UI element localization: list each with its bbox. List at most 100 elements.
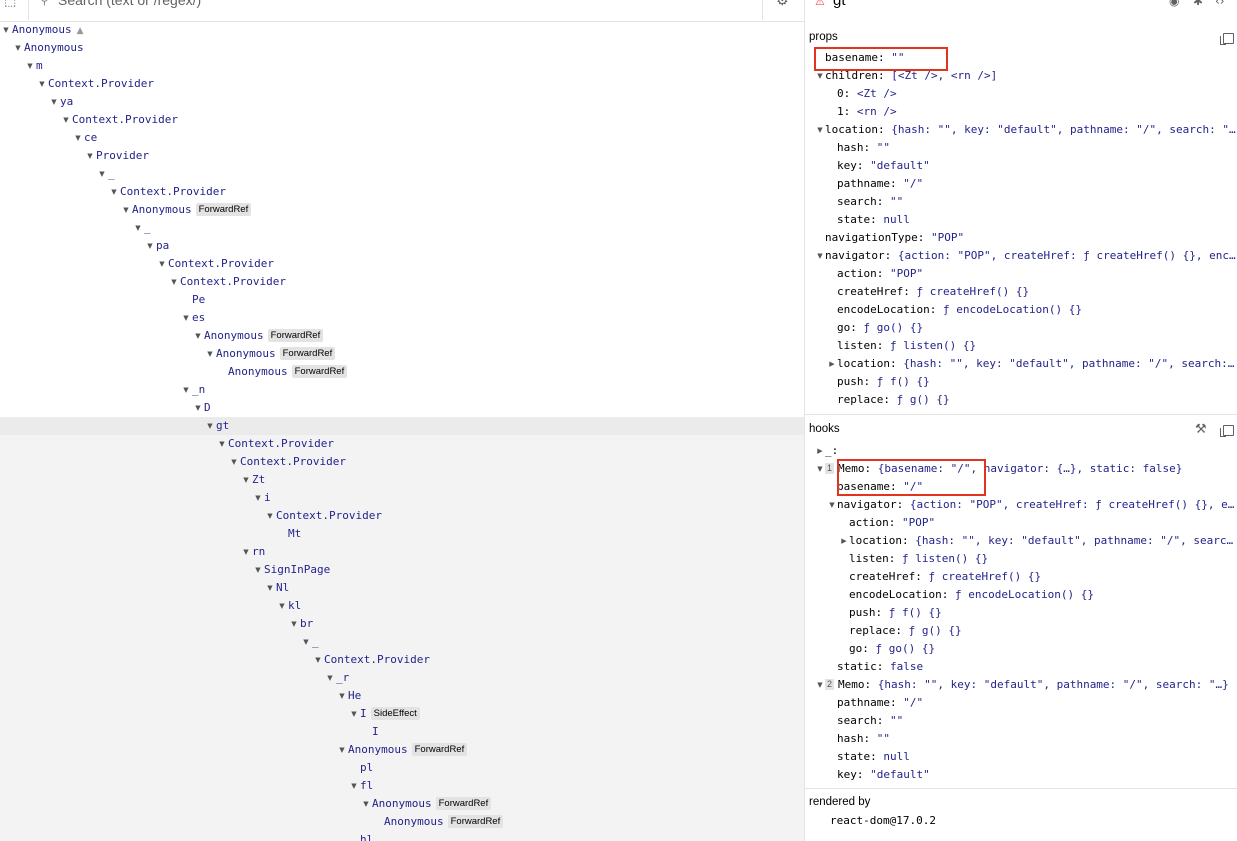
tree-row[interactable]: ▼ Anonymous (0, 39, 804, 57)
prop-value[interactable]: "/" (903, 696, 923, 709)
prop-value[interactable]: {hash: "", key: "default", pathname: "/"… (891, 123, 1235, 136)
prop-value[interactable]: null (883, 750, 910, 763)
eye-icon[interactable]: ◉ (1169, 0, 1179, 8)
expand-arrow-icon[interactable]: ▼ (108, 183, 120, 201)
prop-value[interactable]: "POP" (890, 267, 923, 280)
prop-row[interactable]: ▼ navigator: {action: "POP", createHref: … (815, 247, 1236, 265)
prop-value[interactable]: {hash: "", key: "default", pathname: "/"… (915, 534, 1233, 547)
prop-value[interactable]: "" (877, 732, 890, 745)
prop-value[interactable]: ƒ go() {} (864, 321, 924, 334)
prop-value[interactable]: "" (891, 51, 904, 64)
expand-arrow-icon[interactable]: ▼ (204, 417, 216, 435)
tree-row[interactable]: ▼ Anonymous ▲ (0, 21, 804, 39)
expand-arrow-icon[interactable]: ▼ (252, 561, 264, 579)
tree-row[interactable]: ▼ Context.Provider (0, 183, 804, 201)
collapse-arrow-icon[interactable]: ▼ (815, 460, 825, 478)
expand-arrow-icon[interactable]: ▼ (180, 381, 192, 399)
collapse-arrow-icon[interactable]: ▼ (815, 67, 825, 85)
tree-row[interactable]: ▼ kl (0, 597, 804, 615)
tree-row[interactable]: ▼ D (0, 399, 804, 417)
expand-arrow-icon[interactable]: ▼ (84, 147, 96, 165)
expand-arrow-icon[interactable]: ▼ (336, 687, 348, 705)
prop-value[interactable]: {hash: "", key: "default", pathname: "/"… (878, 678, 1229, 691)
tree-row[interactable]: ▼ m (0, 57, 804, 75)
prop-value[interactable]: ƒ createHref() {} (928, 570, 1041, 583)
prop-row[interactable]: ▼ navigator: {action: "POP", createHref: … (827, 496, 1234, 514)
tree-row[interactable]: ▼ _r (0, 669, 804, 687)
expand-arrow-icon[interactable]: ▼ (192, 399, 204, 417)
prop-value[interactable]: ƒ f() {} (889, 606, 942, 619)
tree-row[interactable]: ▼ fl (0, 777, 804, 795)
prop-row[interactable]: ▶ location: {hash: "", key: "default", pa… (839, 532, 1233, 550)
prop-value[interactable]: "POP" (902, 516, 935, 529)
expand-arrow-icon[interactable]: ▼ (120, 201, 132, 219)
collapse-arrow-icon[interactable]: ▼ (827, 496, 837, 514)
tree-row[interactable]: ▼ Context.Provider (0, 453, 804, 471)
expand-arrow-icon[interactable]: ▼ (192, 327, 204, 345)
prop-value[interactable]: {hash: "", key: "default", pathname: "/"… (903, 357, 1234, 370)
expand-arrow-icon[interactable]: ▼ (0, 21, 12, 39)
prop-value[interactable]: ƒ listen() {} (890, 339, 976, 352)
expand-arrow-icon[interactable]: ▼ (240, 471, 252, 489)
collapse-arrow-icon[interactable]: ▼ (815, 247, 825, 265)
prop-value[interactable]: ƒ encodeLocation() {} (943, 303, 1082, 316)
tree-row[interactable]: ▼ Zt (0, 471, 804, 489)
expand-arrow-icon[interactable]: ▼ (336, 741, 348, 759)
tree-row[interactable]: Anonymous ForwardRef (0, 363, 804, 381)
tree-row[interactable]: ▼ ya (0, 93, 804, 111)
prop-value[interactable]: {action: "POP", createHref: ƒ createHref… (898, 249, 1236, 262)
prop-value[interactable]: {basename: "/", navigator: {…}, static: … (878, 462, 1183, 475)
tree-row[interactable]: Anonymous ForwardRef (0, 813, 804, 831)
expand-arrow-icon[interactable]: ▼ (36, 75, 48, 93)
expand-arrow-icon[interactable]: ▶ (815, 442, 825, 460)
expand-arrow-icon[interactable]: ▼ (252, 489, 264, 507)
prop-value[interactable]: <rn /> (857, 105, 897, 118)
tree-row[interactable]: ▼ _ (0, 633, 804, 651)
copy-icon[interactable] (1220, 425, 1234, 437)
tree-row[interactable]: ▼ _ (0, 165, 804, 183)
prop-row[interactable]: ▶ _: (815, 442, 838, 460)
tree-row[interactable]: Mt (0, 525, 804, 543)
expand-arrow-icon[interactable]: ▼ (132, 219, 144, 237)
tree-row[interactable]: ▼ Nl (0, 579, 804, 597)
prop-value[interactable]: "POP" (931, 231, 964, 244)
expand-arrow-icon[interactable]: ▼ (48, 93, 60, 111)
tree-row[interactable]: hl (0, 831, 804, 841)
tree-row[interactable]: ▼ es (0, 309, 804, 327)
prop-value[interactable]: ƒ g() {} (909, 624, 962, 637)
expand-arrow-icon[interactable]: ▼ (312, 651, 324, 669)
expand-arrow-icon[interactable]: ▶ (839, 532, 849, 550)
expand-arrow-icon[interactable]: ▼ (72, 129, 84, 147)
expand-arrow-icon[interactable]: ▼ (288, 615, 300, 633)
tree-row[interactable]: I (0, 723, 804, 741)
tree-row[interactable]: ▼ br (0, 615, 804, 633)
tree-row[interactable]: pl (0, 759, 804, 777)
prop-value[interactable]: "" (890, 195, 903, 208)
expand-arrow-icon[interactable]: ▼ (240, 543, 252, 561)
tree-row[interactable]: ▼ rn (0, 543, 804, 561)
expand-arrow-icon[interactable]: ▼ (324, 669, 336, 687)
prop-row[interactable]: ▼ location: {hash: "", key: "default", pa… (815, 121, 1235, 139)
tree-row[interactable]: ▼ ce (0, 129, 804, 147)
expand-arrow-icon[interactable]: ▼ (264, 507, 276, 525)
tree-row[interactable]: ▼ I SideEffect (0, 705, 804, 723)
prop-value[interactable]: ƒ encodeLocation() {} (955, 588, 1094, 601)
prop-value[interactable]: "" (877, 141, 890, 154)
tree-row[interactable]: ▼ Provider (0, 147, 804, 165)
tree-row[interactable]: ▼ _n (0, 381, 804, 399)
tree-row[interactable]: ▼ Context.Provider (0, 255, 804, 273)
prop-row[interactable]: ▼ children: [<Zt />, <rn />] (815, 67, 997, 85)
prop-value[interactable]: "" (890, 714, 903, 727)
expand-arrow-icon[interactable]: ▼ (360, 795, 372, 813)
prop-value[interactable]: ƒ listen() {} (902, 552, 988, 565)
tree-row[interactable]: ▼ Context.Provider (0, 507, 804, 525)
prop-value[interactable]: ƒ go() {} (876, 642, 936, 655)
tree-row[interactable]: Pe (0, 291, 804, 309)
prop-value[interactable]: ƒ createHref() {} (916, 285, 1029, 298)
expand-arrow-icon[interactable]: ▼ (204, 345, 216, 363)
expand-arrow-icon[interactable]: ▼ (60, 111, 72, 129)
gear-icon[interactable]: ⚙ (776, 0, 789, 9)
prop-row[interactable]: ▶ location: {hash: "", key: "default", pa… (827, 355, 1234, 373)
prop-value[interactable]: {action: "POP", createHref: ƒ createHref… (910, 498, 1235, 511)
tree-row[interactable]: ▼ Context.Provider (0, 273, 804, 291)
